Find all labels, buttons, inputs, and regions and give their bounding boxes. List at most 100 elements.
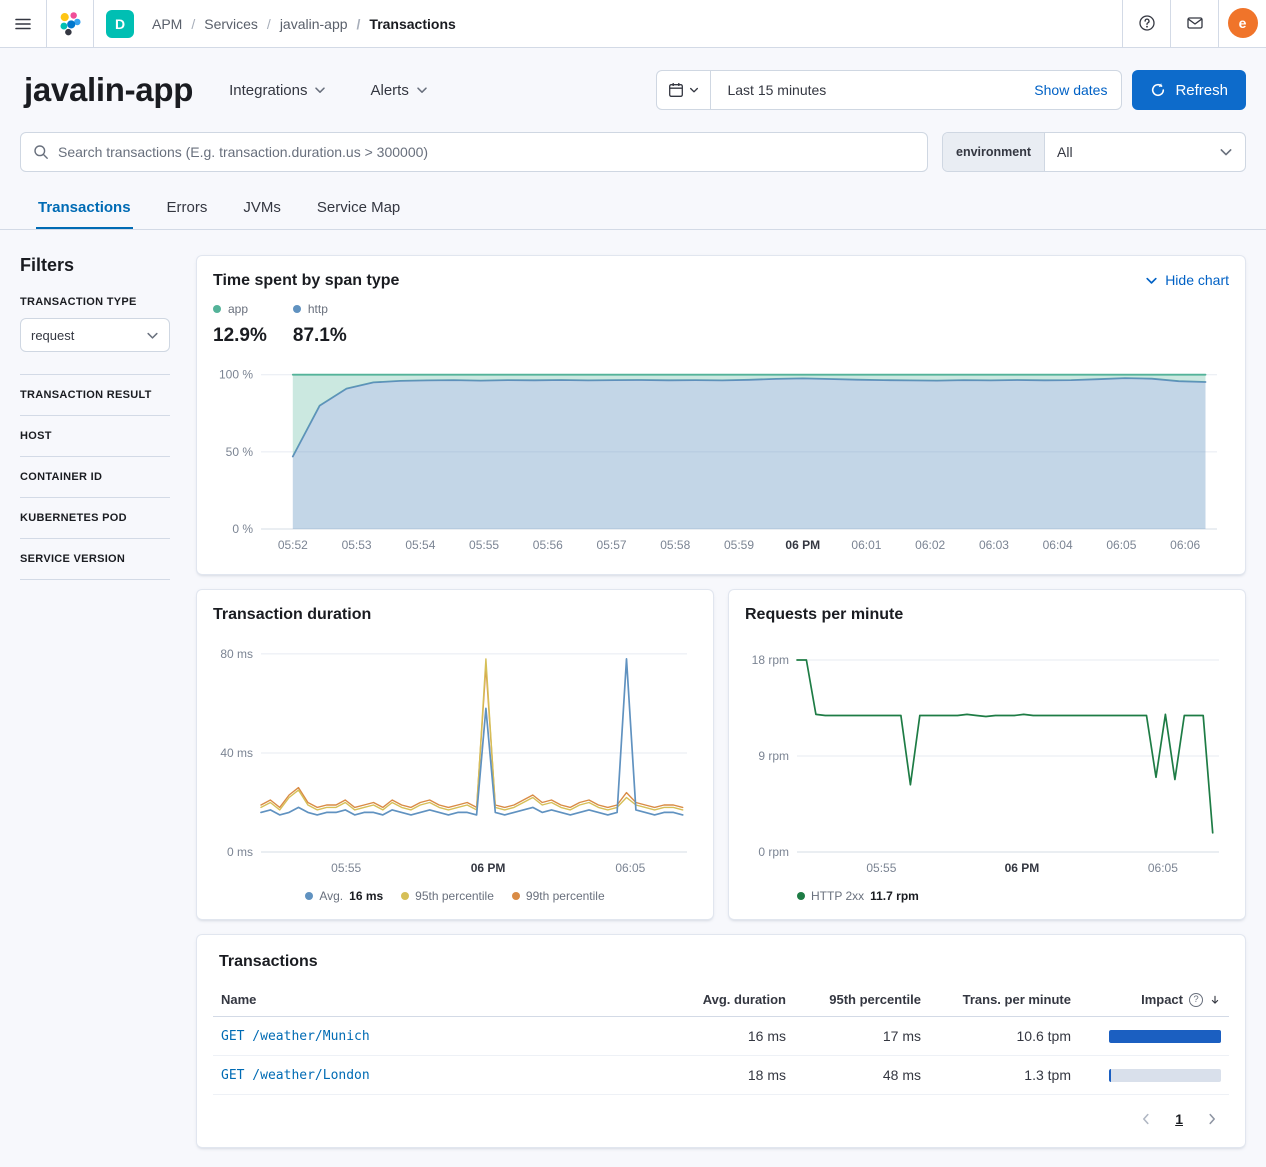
filter-host[interactable]: HOST xyxy=(20,415,170,456)
svg-text:05:58: 05:58 xyxy=(660,538,690,552)
col-header-95th[interactable]: 95th percentile xyxy=(794,983,929,1017)
avg-legend-dot xyxy=(305,892,313,900)
table-row: GET /weather/Munich 16 ms 17 ms 10.6 tpm xyxy=(213,1017,1229,1056)
svg-text:06:01: 06:01 xyxy=(851,538,881,552)
span-type-card: Time spent by span type Hide chart app 1… xyxy=(196,255,1246,575)
app-percentage: 12.9% xyxy=(213,325,267,347)
impact-help-icon[interactable]: ? xyxy=(1189,993,1203,1007)
svg-text:06:05: 06:05 xyxy=(1148,861,1178,875)
refresh-button[interactable]: Refresh xyxy=(1132,70,1246,110)
hamburger-icon xyxy=(15,16,31,32)
tab-transactions[interactable]: Transactions xyxy=(36,186,133,229)
transaction-type-label: TRANSACTION TYPE xyxy=(20,296,170,308)
envelope-icon xyxy=(1186,14,1204,32)
time-controls: Last 15 minutes Show dates Refresh xyxy=(656,70,1246,110)
transaction-link[interactable]: GET /weather/Munich xyxy=(221,1029,370,1044)
duration-card-title: Transaction duration xyxy=(213,606,697,624)
deployment-badge[interactable]: D xyxy=(106,10,134,38)
breadcrumb-services[interactable]: Services xyxy=(182,16,258,32)
tab-service-map[interactable]: Service Map xyxy=(315,186,402,229)
impact-bar xyxy=(1109,1069,1221,1082)
transaction-link[interactable]: GET /weather/London xyxy=(221,1068,370,1083)
prev-page-button[interactable] xyxy=(1139,1112,1153,1126)
p95-legend-dot xyxy=(401,892,409,900)
breadcrumb-service[interactable]: javalin-app xyxy=(258,16,348,32)
col-header-name[interactable]: Name xyxy=(213,983,664,1017)
legend-item-http-2xx[interactable]: HTTP 2xx 11.7 rpm xyxy=(797,889,919,903)
transactions-table-title: Transactions xyxy=(213,953,1229,971)
svg-text:06 PM: 06 PM xyxy=(785,538,820,552)
chevron-down-icon xyxy=(314,84,326,96)
svg-text:05:55: 05:55 xyxy=(469,538,499,552)
time-range-value[interactable]: Last 15 minutes xyxy=(711,82,1020,98)
chevron-down-icon xyxy=(146,329,159,342)
transaction-duration-card: Transaction duration 0 ms40 ms80 ms05:55… xyxy=(196,589,714,920)
chevron-down-icon xyxy=(416,84,428,96)
transaction-type-select[interactable]: request xyxy=(20,318,170,352)
svg-text:0 %: 0 % xyxy=(232,522,253,536)
deployment-initial: D xyxy=(115,16,125,32)
svg-text:05:52: 05:52 xyxy=(278,538,308,552)
legend-item-95th[interactable]: 95th percentile xyxy=(401,889,494,903)
http-legend-dot xyxy=(293,305,301,313)
integrations-menu[interactable]: Integrations xyxy=(229,82,326,99)
p95-cell: 48 ms xyxy=(794,1056,929,1095)
svg-text:05:57: 05:57 xyxy=(597,538,627,552)
breadcrumb-apm[interactable]: APM xyxy=(152,16,182,32)
svg-text:05:59: 05:59 xyxy=(724,538,754,552)
filter-transaction-result[interactable]: TRANSACTION RESULT xyxy=(20,374,170,415)
chevron-down-icon xyxy=(1219,145,1233,159)
tpm-cell: 1.3 tpm xyxy=(929,1056,1079,1095)
filter-kubernetes-pod[interactable]: KUBERNETES POD xyxy=(20,497,170,538)
alerts-menu[interactable]: Alerts xyxy=(370,82,427,99)
col-header-tpm[interactable]: Trans. per minute xyxy=(929,983,1079,1017)
help-button[interactable] xyxy=(1122,0,1170,47)
tab-errors[interactable]: Errors xyxy=(165,186,210,229)
environment-value: All xyxy=(1057,144,1073,160)
col-header-impact[interactable]: Impact ? xyxy=(1079,983,1229,1017)
filter-service-version[interactable]: SERVICE VERSION xyxy=(20,538,170,579)
environment-select[interactable]: environment All xyxy=(942,132,1246,172)
col-header-avg-duration[interactable]: Avg. duration xyxy=(664,983,794,1017)
transaction-duration-chart[interactable]: 0 ms40 ms80 ms05:5506 PM06:05 xyxy=(213,636,697,878)
transactions-table: Name Avg. duration 95th percentile Trans… xyxy=(213,983,1229,1095)
show-dates-link[interactable]: Show dates xyxy=(1020,82,1121,98)
breadcrumb: APM Services javalin-app Transactions xyxy=(152,16,456,32)
calendar-menu-button[interactable] xyxy=(657,71,711,109)
http-percentage: 87.1% xyxy=(293,325,347,347)
chevron-down-icon xyxy=(689,85,699,95)
svg-text:50 %: 50 % xyxy=(226,445,254,459)
rpm-card-title: Requests per minute xyxy=(745,606,1229,624)
requests-per-minute-chart[interactable]: 0 rpm9 rpm18 rpm05:5506 PM06:05 xyxy=(745,636,1229,878)
legend-item-avg[interactable]: Avg. 16 ms xyxy=(305,889,383,903)
filter-container-id[interactable]: CONTAINER ID xyxy=(20,456,170,497)
date-picker: Last 15 minutes Show dates xyxy=(656,70,1122,110)
svg-text:40 ms: 40 ms xyxy=(220,746,253,760)
svg-text:05:55: 05:55 xyxy=(331,861,361,875)
span-chart-legend: app 12.9% http 87.1% xyxy=(213,302,1229,347)
tab-jvms[interactable]: JVMs xyxy=(241,186,283,229)
hide-chart-button[interactable]: Hide chart xyxy=(1145,272,1229,288)
legend-item-99th[interactable]: 99th percentile xyxy=(512,889,605,903)
tpm-cell: 10.6 tpm xyxy=(929,1017,1079,1056)
legend-item-http[interactable]: http 87.1% xyxy=(293,302,347,347)
next-page-button[interactable] xyxy=(1205,1112,1219,1126)
filters-sidebar: Filters TRANSACTION TYPE request TRANSAC… xyxy=(20,255,170,1148)
menu-button[interactable] xyxy=(0,0,47,47)
service-header: javalin-app Integrations Alerts Last 15 … xyxy=(0,48,1266,130)
breadcrumb-current: Transactions xyxy=(348,16,456,32)
elastic-logo[interactable] xyxy=(47,0,94,47)
page-number[interactable]: 1 xyxy=(1175,1111,1183,1127)
environment-prepend-label: environment xyxy=(943,133,1045,171)
legend-item-app[interactable]: app 12.9% xyxy=(213,302,267,347)
svg-text:06 PM: 06 PM xyxy=(1005,861,1040,875)
newsfeed-button[interactable] xyxy=(1170,0,1218,47)
user-menu-button[interactable]: e xyxy=(1218,0,1266,47)
svg-text:05:55: 05:55 xyxy=(866,861,896,875)
p95-cell: 17 ms xyxy=(794,1017,929,1056)
svg-text:05:53: 05:53 xyxy=(342,538,372,552)
rpm-chart-legend: HTTP 2xx 11.7 rpm xyxy=(745,889,1229,903)
sort-down-icon xyxy=(1209,994,1221,1006)
span-type-chart[interactable]: 0 %50 %100 %05:5205:5305:5405:5505:5605:… xyxy=(213,359,1227,555)
search-input[interactable] xyxy=(58,144,915,160)
